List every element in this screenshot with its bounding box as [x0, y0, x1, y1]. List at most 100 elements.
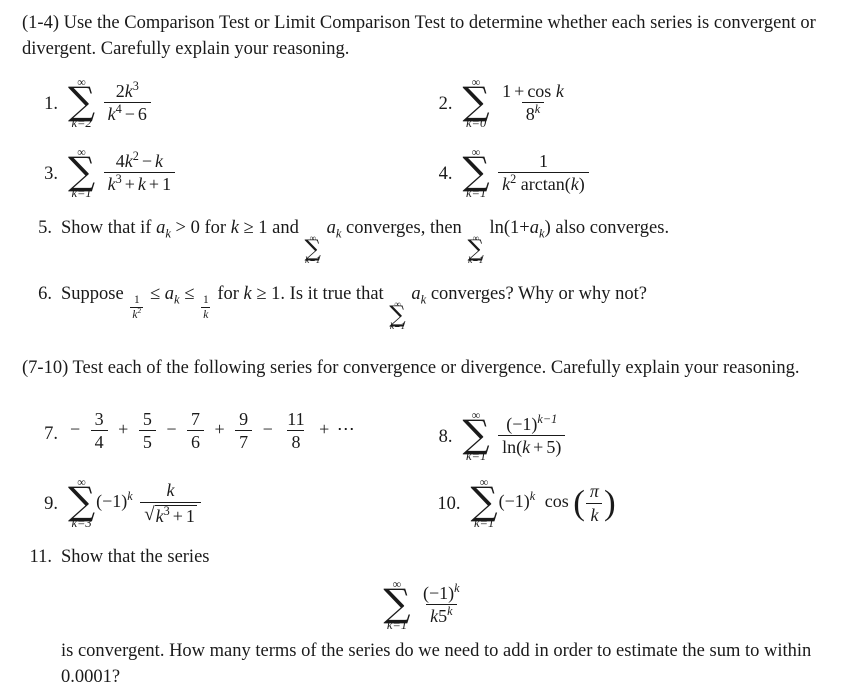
denominator-variable: k — [107, 173, 116, 194]
problem-4: 4. ∞ ∑ k=1 1 k2 arctan(k) — [425, 146, 827, 200]
denominator-exponent: 2 — [137, 306, 142, 316]
tail-operator: + — [319, 418, 330, 439]
statement-part-2: for — [217, 283, 239, 304]
problem-11-display-equation: ∞ ∑ k=1 (−1)k k5k — [22, 578, 827, 632]
open-paren: ( — [573, 482, 585, 522]
ellipsis: ⋯ — [336, 418, 355, 439]
term-3-fraction: 7 6 — [186, 409, 204, 452]
problem-8: 8. ∞ ∑ k=1 (−1)k−1 ln(k +5) — [425, 393, 827, 463]
problem-5: 5. Show that if ak > 0 for k ≥ 1 and ∞ ∑… — [22, 215, 827, 267]
term-1-sign: − — [70, 418, 81, 439]
index-variable: k — [243, 283, 252, 304]
fraction-numerator: 11 — [287, 408, 305, 429]
instructions-7-10: (7-10) Test each of the following series… — [22, 357, 800, 378]
summand-index: k — [420, 292, 427, 307]
statement-part-3: ≥ 1. Is it true that — [256, 283, 384, 304]
fraction-denominator: k4−6 — [103, 102, 151, 125]
instructions-1-4: (1-4) Use the Comparison Test or Limit C… — [22, 13, 816, 59]
sigma-glyph: ∑ — [462, 411, 490, 456]
inline-summation-1: ∞ ∑ k=1 — [305, 234, 321, 267]
denominator-variable: k — [430, 606, 439, 627]
denominator-base: 5 — [438, 606, 448, 627]
argument-fraction: π k — [586, 481, 603, 525]
denominator-operator-1: + — [124, 173, 135, 194]
radicand-exponent: 3 — [163, 503, 170, 518]
summation-symbol: ∞ ∑ k=2 — [68, 76, 95, 130]
problem-row-3-4: 3. ∞ ∑ k=1 4k2− k k3 + k +1 4. ∞ ∑ k=1 1… — [22, 146, 827, 200]
numerator-exponent: 3 — [132, 79, 139, 94]
term-2-fraction: 5 5 — [138, 408, 156, 452]
problem-7-expression: − 3 4 + 5 5 − 7 6 + 9 7 − 11 8 + ⋯ — [58, 403, 355, 452]
problem-2-number: 2. — [438, 94, 453, 114]
fraction-denominator: 5 — [138, 429, 156, 452]
problem-11-trailing-text: is convergent. How many terms of the ser… — [61, 640, 812, 687]
relation-1: ≤ — [149, 283, 161, 304]
fraction-numerator: 1 — [202, 294, 209, 307]
term-1-fraction: 3 4 — [90, 409, 108, 452]
problem-7: 7. − 3 4 + 5 5 − 7 6 + 9 7 − 11 8 + ⋯ — [22, 393, 425, 463]
square-root: √ k3 +1 — [144, 504, 197, 526]
fraction: 1 + cos k 8k — [498, 81, 568, 124]
denominator-exponent: 3 — [115, 171, 122, 186]
statement-part-5: also converges. — [555, 218, 670, 239]
fraction-numerator: 5 — [142, 408, 152, 429]
sequence-index: k — [165, 227, 171, 241]
denominator-constant: 6 — [137, 104, 147, 125]
statement-part-3: ≥ 1 and — [243, 218, 299, 239]
radicand-constant: 1 — [185, 505, 195, 526]
fraction: (−1)k−1 ln(k +5) — [498, 411, 566, 457]
numerator-variable: k — [124, 150, 133, 171]
radical-sign: √ — [144, 503, 155, 525]
alternating-exponent: k−1 — [537, 411, 558, 426]
alternating-exponent: k — [529, 489, 536, 504]
statement-part-4: converges, then — [346, 218, 462, 239]
fraction: (−1)k k5k — [419, 582, 464, 627]
log-constant: 5 — [546, 436, 556, 457]
denominator-exponent: 2 — [510, 171, 517, 186]
fraction-numerator: 4k2− k — [112, 150, 167, 172]
term-2-sign: + — [118, 418, 129, 439]
term-4-fraction: 9 7 — [235, 409, 253, 452]
problem-row-1-2: 1. ∞ ∑ k=2 2k3 k4−6 2. ∞ ∑ k=0 1 + cos k… — [22, 76, 827, 130]
problem-11: 11. Show that the series — [22, 544, 827, 571]
problem-8-expression: ∞ ∑ k=1 (−1)k−1 ln(k +5) — [453, 409, 569, 463]
summation-lower-limit: k=1 — [386, 618, 408, 633]
fraction: 1 k2 arctan(k) — [498, 151, 589, 194]
problem-9-number: 9. — [44, 494, 58, 515]
summation-lower-limit: k=2 — [71, 116, 92, 131]
cosine-argument-group: ( π k ) — [573, 481, 615, 524]
denominator-operator: − — [124, 104, 135, 125]
fraction-numerator: 2k3 — [112, 79, 143, 102]
log-variable: a — [529, 218, 539, 239]
index-variable: k — [230, 218, 239, 239]
problem-4-expression: ∞ ∑ k=1 1 k2 arctan(k) — [453, 146, 592, 200]
statement-part-2: > 0 for — [175, 218, 227, 239]
summation-symbol: ∞ ∑ k=1 — [471, 476, 498, 530]
term-3-sign: − — [166, 418, 177, 439]
sigma-glyph: ∑ — [383, 580, 411, 625]
log-function: ln(1 — [489, 218, 520, 239]
numerator-coefficient: 4 — [115, 150, 125, 171]
radicand: k3 +1 — [154, 503, 197, 526]
summation-symbol: ∞ ∑ k=3 — [68, 476, 95, 530]
inline-summation-2: ∞ ∑ k=1 — [467, 234, 483, 267]
problem-5-number: 5. — [38, 218, 52, 239]
close-paren: ) — [578, 173, 585, 194]
cosine-function: cos — [527, 81, 552, 102]
denominator-operator-2: + — [148, 173, 160, 194]
problem-7-number: 7. — [44, 424, 58, 445]
fraction-denominator: √ k3 +1 — [140, 501, 201, 526]
problem-11-text: Show that the series — [61, 544, 827, 571]
radicand-operator: + — [172, 505, 183, 526]
alternating-base: (−1) — [498, 491, 530, 512]
statement-part-4: converges? Why or why not? — [430, 283, 647, 304]
problem-6: 6. Suppose 1 k2 ≤ ak ≤ 1 k for k ≥ 1. Is… — [22, 281, 827, 333]
summation-lower-limit: k=1 — [71, 185, 92, 200]
term-4-sign: + — [214, 418, 225, 439]
problem-8-number: 8. — [438, 426, 453, 447]
denominator-constant: 1 — [162, 173, 172, 194]
sigma-glyph: ∑ — [68, 479, 96, 524]
alternating-base: (−1) — [423, 583, 455, 604]
arctan-argument: k — [570, 173, 579, 194]
problem-2: 2. ∞ ∑ k=0 1 + cos k 8k — [425, 76, 827, 130]
